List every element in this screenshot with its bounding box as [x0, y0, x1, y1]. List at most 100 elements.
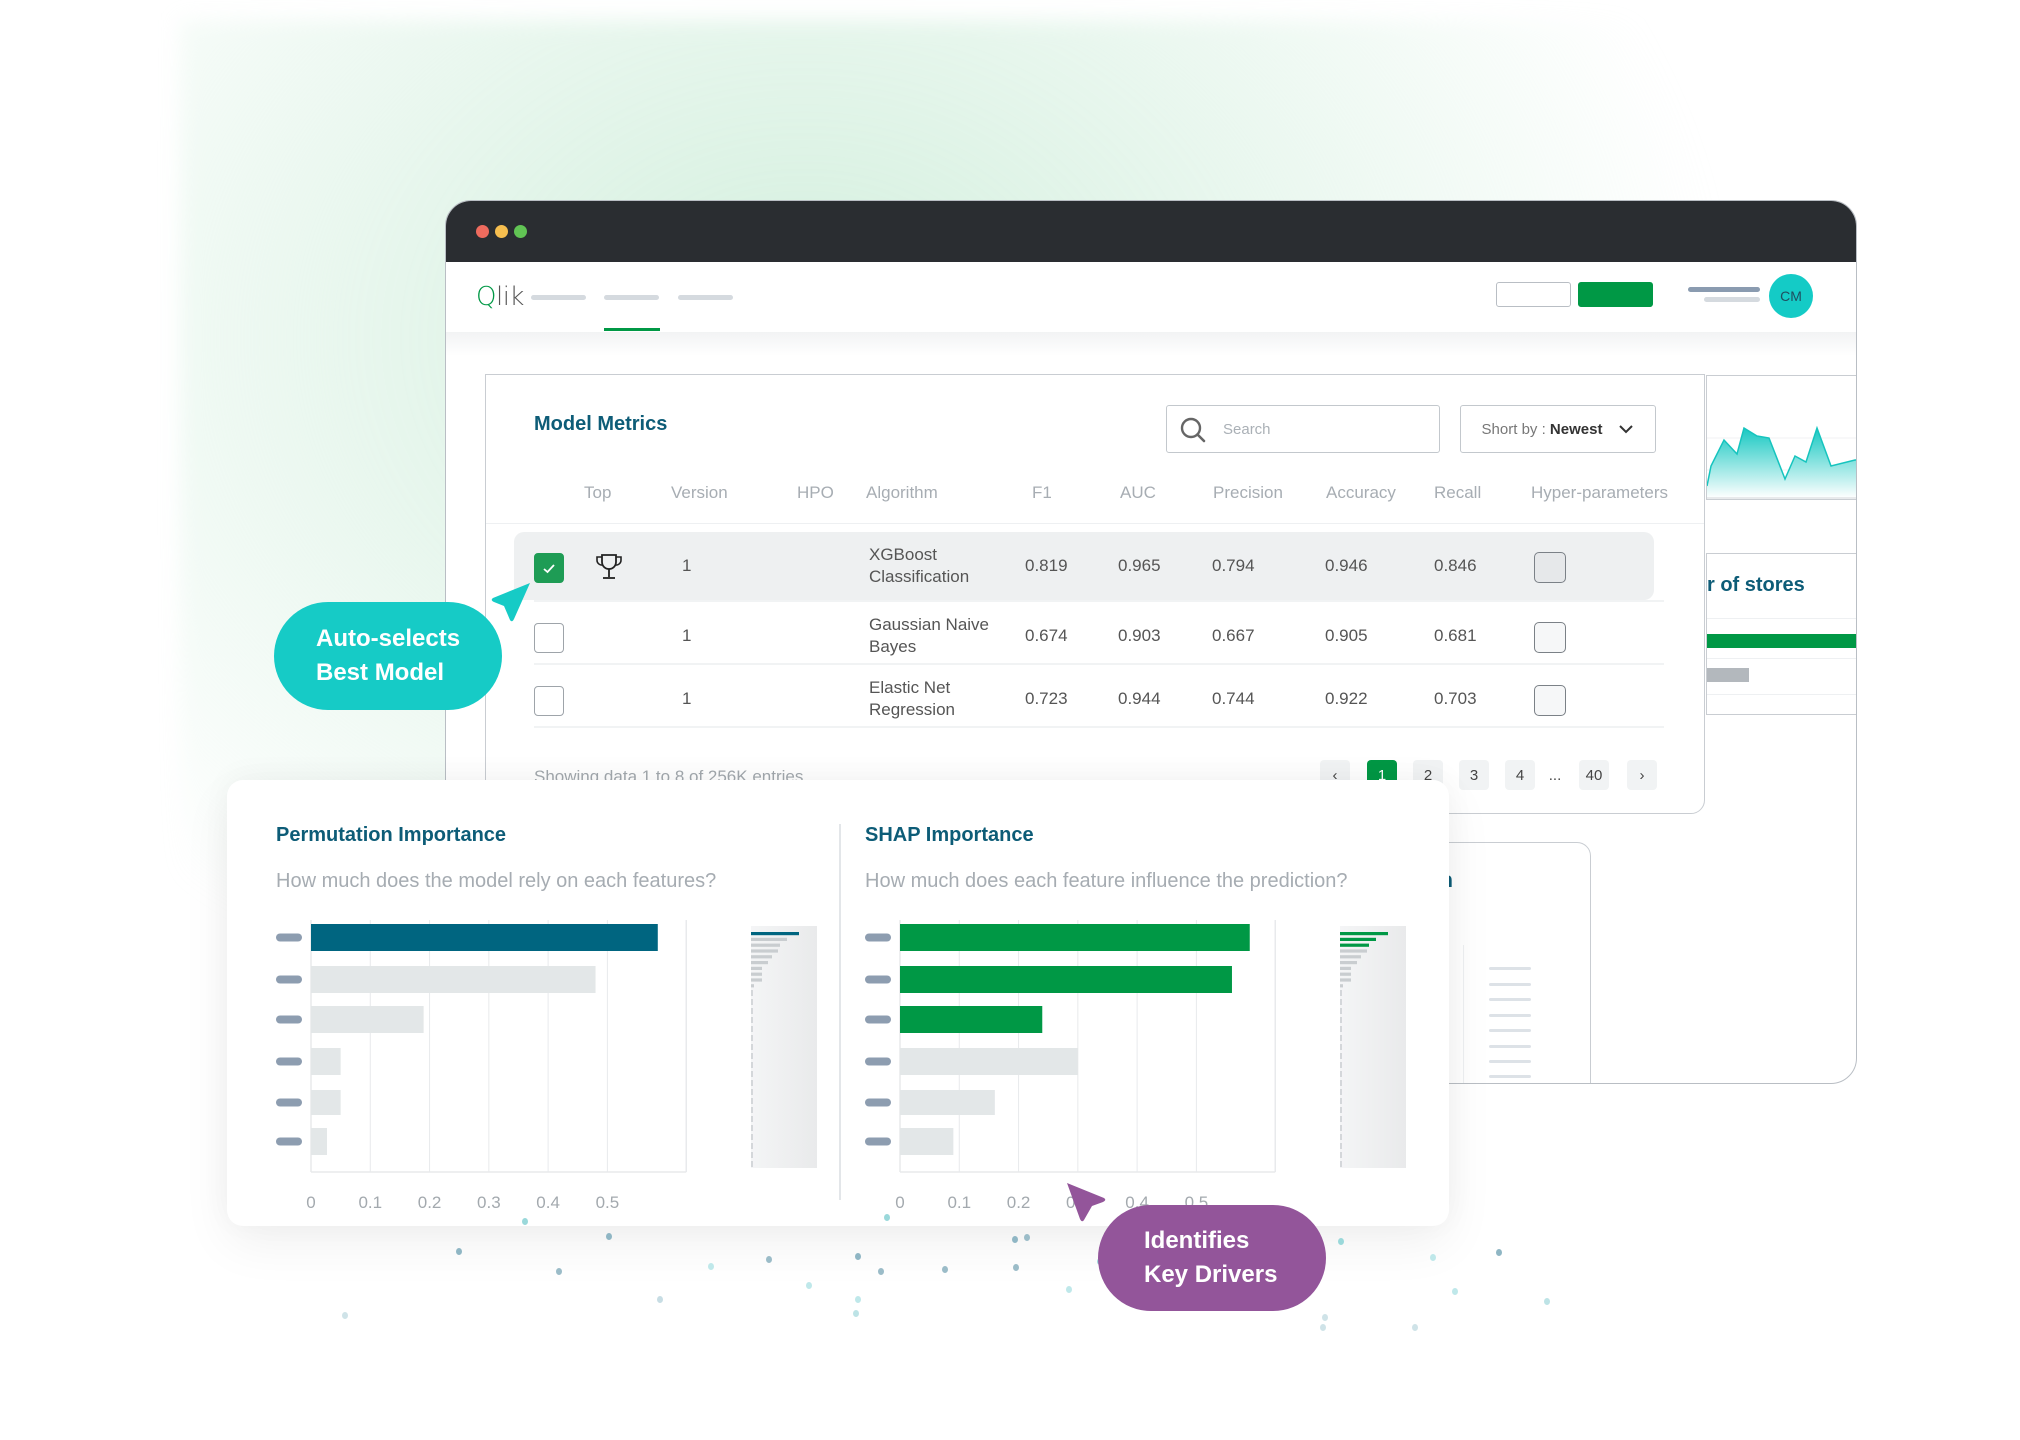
permutation-minimap[interactable] — [751, 926, 817, 1168]
minimap-tick — [751, 1161, 753, 1167]
table-row[interactable]: 1 Elastic Net Regression 0.723 0.944 0.7… — [514, 665, 1654, 733]
column-header-hpo[interactable]: HPO — [797, 483, 834, 503]
decorative-dot — [1322, 1314, 1328, 1321]
column-header-recall[interactable]: Recall — [1434, 483, 1481, 503]
algorithm-line: Bayes — [869, 637, 917, 656]
x-tick-label: 0.1 — [358, 1193, 382, 1212]
nav-item-2[interactable] — [604, 295, 659, 300]
minimap-tick — [751, 1134, 753, 1140]
category-label-placeholder — [276, 1098, 302, 1107]
avatar[interactable]: CM — [1769, 274, 1813, 318]
column-header-algorithm[interactable]: Algorithm — [866, 483, 938, 503]
grid-line — [1707, 618, 1856, 619]
check-icon — [543, 563, 555, 573]
column-header-hyper-parameters[interactable]: Hyper-parameters — [1531, 483, 1668, 503]
nav-item-3[interactable] — [678, 295, 733, 300]
pagination-page-4[interactable]: 4 — [1505, 760, 1535, 790]
column-header-version[interactable]: Version — [671, 483, 728, 503]
category-label-placeholder — [865, 1098, 891, 1107]
pagination-next[interactable]: › — [1627, 760, 1657, 790]
minimap-tick — [1340, 1143, 1342, 1149]
category-label-placeholder — [865, 933, 891, 942]
sort-dropdown[interactable]: Short by : Newest — [1460, 405, 1656, 453]
app-header: Qlik CM — [446, 262, 1856, 332]
minimap-bar — [751, 978, 762, 982]
minimap-tick — [751, 1053, 753, 1059]
user-name-placeholder — [1688, 287, 1760, 292]
hyper-parameters-button[interactable] — [1534, 685, 1566, 716]
window-titlebar — [446, 201, 1856, 262]
auc-cell: 0.944 — [1118, 689, 1161, 708]
decorative-dot — [1320, 1324, 1326, 1331]
decorative-dot — [878, 1268, 884, 1275]
close-window-button[interactable] — [476, 225, 489, 238]
user-role-placeholder — [1704, 297, 1760, 302]
primary-header-button[interactable] — [1578, 282, 1653, 307]
table-row[interactable]: 1 XGBoost Classification 0.819 0.965 0.7… — [514, 532, 1654, 600]
placeholder-line — [1489, 1029, 1531, 1032]
column-header-accuracy[interactable]: Accuracy — [1326, 483, 1396, 503]
minimap-tick — [1340, 1125, 1342, 1131]
decorative-dot — [766, 1256, 772, 1263]
minimap-tick — [1340, 1098, 1342, 1104]
divider — [1463, 945, 1464, 1083]
sort-value: Newest — [1549, 420, 1603, 438]
search-icon — [1180, 417, 1206, 443]
category-label-placeholder — [276, 933, 302, 942]
minimap-bar — [1340, 972, 1351, 976]
minimap-tick — [751, 1044, 753, 1050]
pagination-page-last[interactable]: 40 — [1579, 760, 1609, 790]
row-checkbox[interactable] — [534, 686, 564, 716]
f1-cell: 0.723 — [1025, 689, 1068, 708]
row-checkbox[interactable] — [534, 623, 564, 653]
table-row[interactable]: 1 Gaussian Naive Bayes 0.674 0.903 0.667… — [514, 602, 1654, 670]
decorative-dot — [342, 1312, 348, 1319]
category-label-placeholder — [276, 1015, 302, 1024]
precision-cell: 0.744 — [1212, 689, 1255, 708]
callout-line: Identifies — [1144, 1227, 1250, 1254]
minimap-bar — [1340, 932, 1388, 936]
recall-cell: 0.846 — [1434, 556, 1477, 575]
minimap-bar — [1340, 943, 1369, 947]
x-tick-label: 0 — [306, 1193, 315, 1212]
permutation-importance-subtitle: How much does the model rely on each fea… — [276, 870, 717, 892]
decorative-dot — [1024, 1234, 1030, 1241]
column-header-f1[interactable]: F1 — [1032, 483, 1052, 503]
search-box[interactable] — [1166, 405, 1440, 453]
decorative-dot — [1013, 1264, 1019, 1271]
bar — [311, 1128, 328, 1155]
algorithm-line: Regression — [869, 700, 955, 719]
qlik-logo[interactable]: Qlik — [476, 282, 524, 312]
chart-svg: 0 0.1 0.2 0.3 0.4 0.5 — [276, 920, 687, 1212]
column-header-precision[interactable]: Precision — [1213, 483, 1283, 503]
decorative-dot — [884, 1214, 890, 1221]
decorative-dot — [522, 1218, 528, 1225]
category-label-placeholder — [276, 975, 302, 984]
algorithm-cell: Gaussian Naive Bayes — [869, 614, 989, 658]
minimap-bar — [751, 984, 754, 988]
decorative-dot — [708, 1263, 714, 1270]
search-input[interactable] — [1223, 418, 1423, 440]
shap-minimap[interactable] — [1340, 926, 1406, 1168]
permutation-importance-title: Permutation Importance — [276, 824, 507, 846]
column-header-auc[interactable]: AUC — [1120, 483, 1156, 503]
minimap-tick — [1340, 1116, 1342, 1122]
secondary-header-button[interactable] — [1496, 282, 1571, 307]
minimap-tick — [751, 1152, 753, 1158]
algorithm-line: Classification — [869, 567, 970, 586]
pagination-page-3[interactable]: 3 — [1459, 760, 1489, 790]
decorative-dot — [1012, 1236, 1018, 1243]
column-header-top[interactable]: Top — [584, 483, 611, 503]
minimap-bar — [1340, 984, 1343, 988]
nav-item-1[interactable] — [531, 295, 586, 300]
accuracy-cell: 0.946 — [1325, 556, 1368, 575]
hyper-parameters-button[interactable] — [1534, 552, 1566, 583]
row-checkbox[interactable] — [534, 553, 564, 583]
minimap-tick — [1340, 990, 1342, 996]
minimap-tick — [1340, 1080, 1342, 1086]
bar — [311, 1048, 341, 1075]
maximize-window-button[interactable] — [514, 225, 527, 238]
hyper-parameters-button[interactable] — [1534, 622, 1566, 653]
auc-cell: 0.965 — [1118, 556, 1161, 575]
minimize-window-button[interactable] — [495, 225, 508, 238]
